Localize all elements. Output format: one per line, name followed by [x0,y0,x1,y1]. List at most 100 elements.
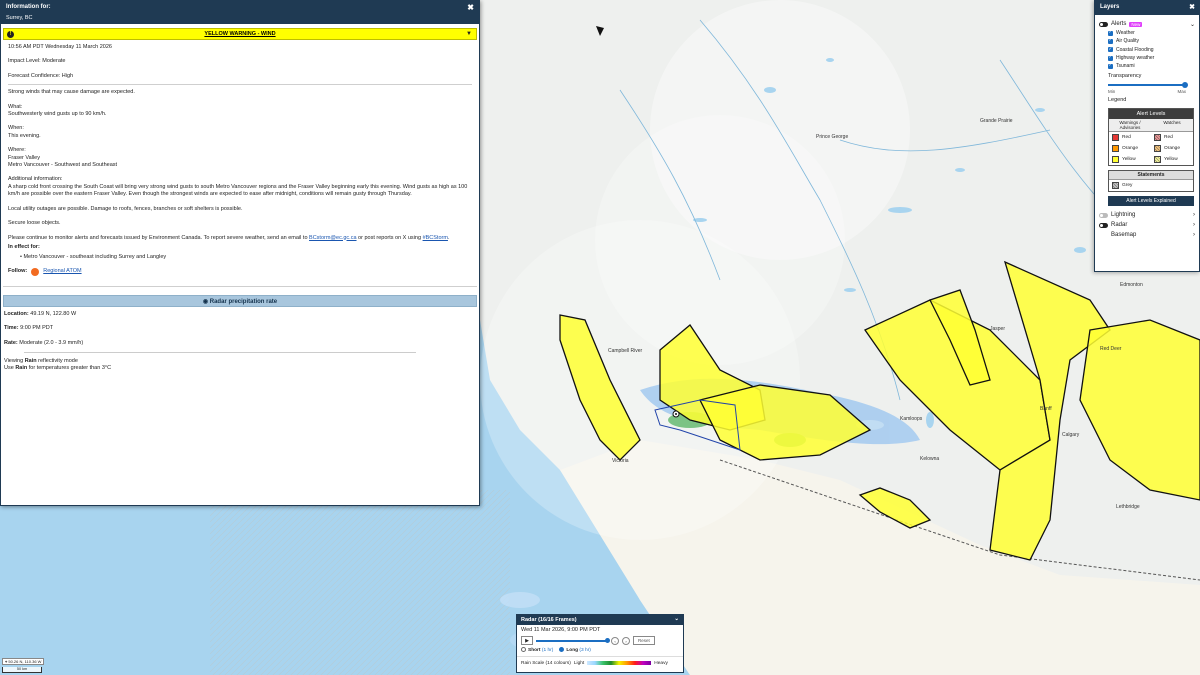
legend-level-label: Yellow [1122,157,1136,163]
issued-time: 10:56 AM PDT Wednesday 11 March 2026 [8,44,112,50]
layers-panel[interactable]: Layers ✖ Alerts New ⌄ WeatherAir Quality… [1094,0,1200,272]
legend-level-label: Yellow [1164,157,1178,163]
basemap-label: Basemap [1111,232,1137,239]
usage-note: Use Rain for temperatures greater than 3… [4,365,112,372]
transparency-control[interactable]: Transparency Min Max [1095,70,1199,94]
in-effect-label: In effect for: [8,243,40,250]
coordinates-readout: ⌖ 50.26 N, 110.36 W [2,658,45,665]
play-button[interactable]: ▶ [521,636,533,645]
checkbox-checked-icon[interactable] [1108,29,1113,36]
color-swatch [1112,145,1119,153]
long-option[interactable]: Long (3 hr) [559,647,591,653]
radar-coverage-ring [595,115,845,365]
ocean-zone-hatch [210,490,510,675]
chevron-right-icon[interactable]: › [1193,222,1195,228]
layers-panel-header: Layers ✖ [1095,1,1199,15]
radar-rate: Rate: Moderate (2.0 - 3.9 mm/h) [4,339,84,346]
alerts-layer-toggle[interactable]: Alerts New ⌄ [1095,19,1199,29]
alert-levels-explained-button[interactable]: Alert Levels Explained [1108,196,1194,207]
email-link[interactable]: BCstorm@ec.gc.ca [309,235,356,241]
toggle-icon[interactable] [1099,21,1108,27]
alert-levels-title: Alert Levels [1109,109,1193,120]
close-icon[interactable]: ✖ [467,3,474,12]
radar-player-title: Radar (16/16 Frames) [521,617,577,623]
city-label: Red Deer [1100,346,1122,352]
city-label: Victoria [612,458,629,464]
radio-selected-icon[interactable] [559,647,565,652]
toggle-icon[interactable] [1099,212,1108,218]
where-label: Where: [8,147,26,154]
rain-scale-label: Rain Scale (14 colours) [521,660,571,666]
location-pin-icon[interactable] [672,410,680,418]
what-label: What: [8,103,23,110]
short-option[interactable]: Short (1 hr) [521,647,553,653]
local-impacts: Local utility outages are possible. Dama… [8,205,243,212]
in-effect-item: • Metro Vancouver - southeast including … [20,254,167,261]
warning-title[interactable]: YELLOW WARNING - WIND [204,31,275,37]
alert-type-checkbox-row[interactable]: Highway weather [1095,54,1199,62]
city-label: Banff [1040,406,1052,412]
location-name: Surrey, BC [6,15,33,21]
alert-type-checkbox-row[interactable]: Tsunami [1095,62,1199,70]
color-swatch [1154,156,1161,164]
map-scale-bar: 50 km [2,667,42,673]
chevron-right-icon[interactable]: › [1193,212,1195,218]
radio-icon[interactable] [521,647,526,652]
city-label: Lethbridge [1116,504,1140,510]
radar-info-title: Radar precipitation rate [209,298,278,305]
color-swatch [1112,134,1119,142]
follow-label: Follow: [8,268,28,275]
warning-details: 10:56 AM PDT Wednesday 11 March 2026 Imp… [1,40,479,280]
legend-level-label: Red [1164,135,1173,141]
reset-button[interactable]: Reset [633,636,655,645]
basemap-layer-row[interactable]: Basemap › [1095,230,1199,240]
step-forward-icon[interactable]: › [622,636,630,645]
alert-type-label: Highway weather [1116,55,1155,62]
alert-type-checkbox-row[interactable]: Weather [1095,29,1199,37]
lightning-layer-toggle[interactable]: Lightning › [1095,210,1199,220]
chevron-down-icon[interactable]: ⌄ [674,616,679,622]
chevron-down-icon[interactable]: ▼ [466,29,472,40]
transparency-slider[interactable] [1108,82,1188,89]
city-label: Calgary [1062,432,1080,438]
statements-legend: Statements Grey [1108,170,1194,193]
warning-icon: ! [7,31,14,38]
city-label: Jasper [990,326,1005,332]
heavy-label: Heavy [654,660,668,666]
layers-title: Layers [1100,4,1120,10]
information-panel[interactable]: Information for: Surrey, BC ✖ ! YELLOW W… [0,0,480,506]
slider-knob[interactable] [1182,82,1188,89]
forecast-confidence: Forecast Confidence: High [8,72,74,79]
legend-level-label: Orange [1164,146,1180,152]
alerts-label: Alerts [1111,21,1127,27]
checkbox-checked-icon[interactable] [1108,46,1113,53]
regional-atom-link[interactable]: Regional ATOM [43,268,81,275]
close-icon[interactable]: ✖ [1189,3,1195,11]
city-label: Kamloops [900,416,923,422]
chevron-down-icon[interactable]: ⌄ [1190,21,1195,28]
warning-banner[interactable]: ! YELLOW WARNING - WIND ▼ [3,28,477,40]
hashtag-link[interactable]: #BCStorm [423,235,448,241]
additional-label: Additional information: [8,176,63,183]
frame-slider[interactable] [536,637,610,643]
legend-label: Legend [1108,97,1127,104]
radar-player[interactable]: Radar (16/16 Frames) ⌄ Wed 11 Mar 2026, … [516,614,684,673]
divider [3,285,477,287]
alert-type-checkbox-row[interactable]: Air Quality [1095,37,1199,45]
checkbox-checked-icon[interactable] [1108,62,1113,69]
radar-info-header: ◉ Radar precipitation rate [3,294,477,307]
watches-column: Red Orange Yellow [1151,132,1193,165]
rain-color-bar [587,661,652,666]
toggle-icon[interactable] [1099,222,1108,228]
checkbox-checked-icon[interactable] [1108,37,1113,44]
warnings-column-header: Warnings / Advisories [1119,120,1141,131]
step-back-icon[interactable]: ‹ [611,636,619,645]
radar-layer-toggle[interactable]: Radar › [1095,220,1199,230]
alert-type-label: Coastal Flooding [1116,46,1154,53]
alert-type-label: Air Quality [1116,38,1140,45]
alert-type-list: WeatherAir QualityCoastal Flooding Highwa… [1095,29,1199,70]
checkbox-checked-icon[interactable] [1108,54,1113,61]
light-label: Light [573,660,585,666]
alert-type-checkbox-row[interactable]: Coastal Flooding [1095,46,1199,54]
chevron-right-icon[interactable]: › [1193,232,1195,238]
